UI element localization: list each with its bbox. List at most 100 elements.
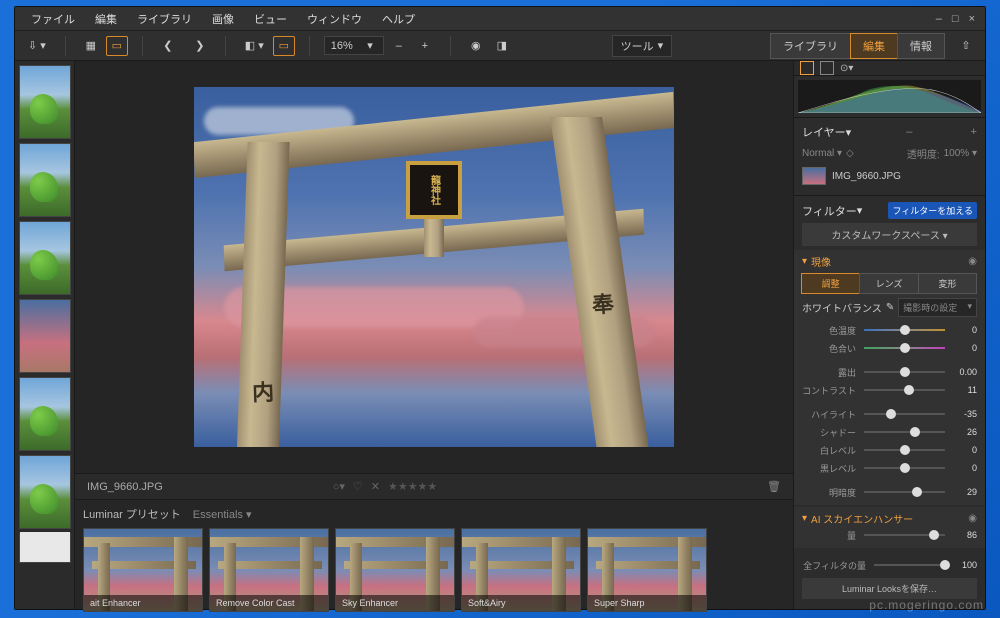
preset-thumb[interactable]: Soft&Airy [461, 528, 581, 612]
menubar: ファイル 編集 ライブラリ 画像 ビュー ウィンドウ ヘルプ – □ × [15, 7, 985, 31]
menu-image[interactable]: 画像 [202, 7, 244, 31]
panel-toggle-bottom[interactable]: ▭ [273, 36, 295, 56]
opacity-label: 透明度: [907, 146, 940, 161]
develop-visible-icon[interactable]: ◉ [968, 256, 977, 267]
menu-library[interactable]: ライブラリ [127, 7, 202, 31]
info-bar: IMG_9660.JPG ○▾ ♡ ✕ ★★★★★ 🗑 [75, 473, 793, 499]
filmstrip-thumb[interactable] [19, 455, 71, 529]
global-slider[interactable] [874, 564, 945, 566]
slider-label: コントラスト [802, 384, 856, 397]
blend-mode[interactable]: Normal ▾ [802, 148, 842, 159]
kanji-left: 内 [251, 375, 274, 408]
filmstrip-thumb[interactable] [19, 221, 71, 295]
zoom-in-button[interactable]: + [414, 36, 436, 56]
preset-thumb[interactable]: Sky Enhancer [335, 528, 455, 612]
layer-add[interactable]: + [971, 126, 977, 138]
preview-toggle[interactable]: ◉ [465, 36, 487, 56]
canvas-area[interactable]: 龍神社 奉 内 [75, 61, 793, 473]
minimize-button[interactable]: – [936, 13, 942, 25]
opacity-value[interactable]: 100% ▾ [944, 148, 977, 159]
menu-edit[interactable]: 編集 [85, 7, 127, 31]
tab-info[interactable]: 情報 [897, 33, 945, 59]
nav-prev-button[interactable]: ❮ [157, 36, 179, 56]
tab-library[interactable]: ライブラリ [770, 33, 851, 59]
slider-label: 明暗度 [802, 486, 856, 499]
workspace-select[interactable]: カスタムワークスペース ▾ [802, 223, 977, 246]
layer-item[interactable]: IMG_9660.JPG [802, 163, 977, 189]
preset-thumb[interactable]: ait Enhancer [83, 528, 203, 612]
menu-window[interactable]: ウィンドウ [297, 7, 372, 31]
presets-bar: Luminar プリセット Essentials ▾ ait Enhancer … [75, 499, 793, 609]
export-button[interactable]: ⇩ ▾ [23, 36, 51, 56]
blacks-slider[interactable] [864, 467, 945, 469]
filmstrip-thumb[interactable] [19, 65, 71, 139]
tab-lens[interactable]: レンズ [859, 273, 918, 294]
nav-next-button[interactable]: ❯ [189, 36, 211, 56]
temp-slider[interactable] [864, 329, 945, 331]
preset-thumb[interactable]: Super Sharp [587, 528, 707, 612]
sky-slider[interactable] [864, 534, 945, 536]
preset-thumb[interactable]: Remove Color Cast [209, 528, 329, 612]
whites-slider[interactable] [864, 449, 945, 451]
wb-label: ホワイトバランス [802, 300, 882, 315]
slider-label: 色温度 [802, 324, 856, 337]
layer-remove[interactable]: – [906, 126, 912, 138]
eyedropper-icon[interactable]: ✎ [886, 302, 894, 313]
layer-visible-icon[interactable]: ◇ [846, 148, 854, 159]
filename-label: IMG_9660.JPG [87, 481, 163, 493]
slider-value: 26 [953, 427, 977, 437]
plaque-text: 龍神社 [427, 175, 442, 205]
maximize-button[interactable]: □ [952, 13, 959, 25]
slider-value: 0.00 [953, 367, 977, 377]
menu-help[interactable]: ヘルプ [372, 7, 425, 31]
slider-label: 露出 [802, 366, 856, 379]
menu-file[interactable]: ファイル [21, 7, 85, 31]
trash-icon[interactable]: 🗑 [767, 480, 781, 493]
filmstrip-thumb[interactable] [19, 299, 71, 373]
view-grid-button[interactable]: ▦ [80, 36, 102, 56]
filmstrip-thumb[interactable] [19, 533, 71, 563]
main-image: 龍神社 奉 内 [194, 87, 674, 447]
tab-adjust[interactable]: 調整 [801, 273, 860, 294]
save-looks-button[interactable]: Luminar Looksを保存… [802, 578, 977, 599]
tint-slider[interactable] [864, 347, 945, 349]
clarity-slider[interactable] [864, 491, 945, 493]
add-filter-button[interactable]: フィルターを加える [888, 202, 977, 219]
preset-label: Super Sharp [588, 595, 706, 611]
compare-toggle[interactable]: ◨ [491, 36, 513, 56]
flag-icon[interactable]: ○▾ [333, 480, 345, 493]
tab-distort[interactable]: 変形 [918, 273, 977, 294]
slider-value: 0 [953, 325, 977, 335]
filmstrip-thumb[interactable] [19, 377, 71, 451]
sky-visible-icon[interactable]: ◉ [968, 513, 977, 524]
presets-category[interactable]: Essentials ▾ [193, 508, 252, 521]
slider-value: 100 [953, 560, 977, 570]
zoom-out-button[interactable]: – [388, 36, 410, 56]
menu-view[interactable]: ビュー [244, 7, 297, 31]
info-tab[interactable] [820, 61, 834, 75]
star-rating[interactable]: ★★★★★ [388, 480, 437, 493]
presets-row[interactable]: ait Enhancer Remove Color Cast Sky Enhan… [83, 528, 785, 608]
slider-value: 11 [953, 385, 977, 395]
slider-label: 量 [802, 529, 856, 542]
exposure-slider[interactable] [864, 371, 945, 373]
zoom-select[interactable]: 16%▾ [324, 36, 384, 55]
contrast-slider[interactable] [864, 389, 945, 391]
histogram-opts[interactable]: ⊙▾ [840, 63, 853, 74]
heart-icon[interactable]: ♡ [353, 480, 363, 493]
share-button[interactable]: ⇧ [955, 36, 977, 56]
sky-enhancer-section: ▾AI スカイエンハンサー◉ 量86 [794, 507, 985, 548]
highlights-slider[interactable] [864, 413, 945, 415]
shadows-slider[interactable] [864, 431, 945, 433]
tool-select[interactable]: ツール▾ [612, 35, 673, 57]
filmstrip[interactable] [15, 61, 75, 609]
wb-mode-select[interactable]: 撮影時の設定▾ [898, 298, 977, 317]
reject-icon[interactable]: ✕ [371, 480, 380, 493]
tab-edit[interactable]: 編集 [850, 33, 898, 59]
view-single-button[interactable]: ▭ [106, 36, 128, 56]
filmstrip-thumb[interactable] [19, 143, 71, 217]
close-button[interactable]: × [969, 13, 975, 25]
panel-toggle-left[interactable]: ◧ ▾ [240, 36, 269, 56]
histogram-tab[interactable] [800, 61, 814, 75]
right-panel: ⊙▾ レイヤー▾– + Normal ▾ ◇ 透明度: 100% ▾ [793, 61, 985, 609]
